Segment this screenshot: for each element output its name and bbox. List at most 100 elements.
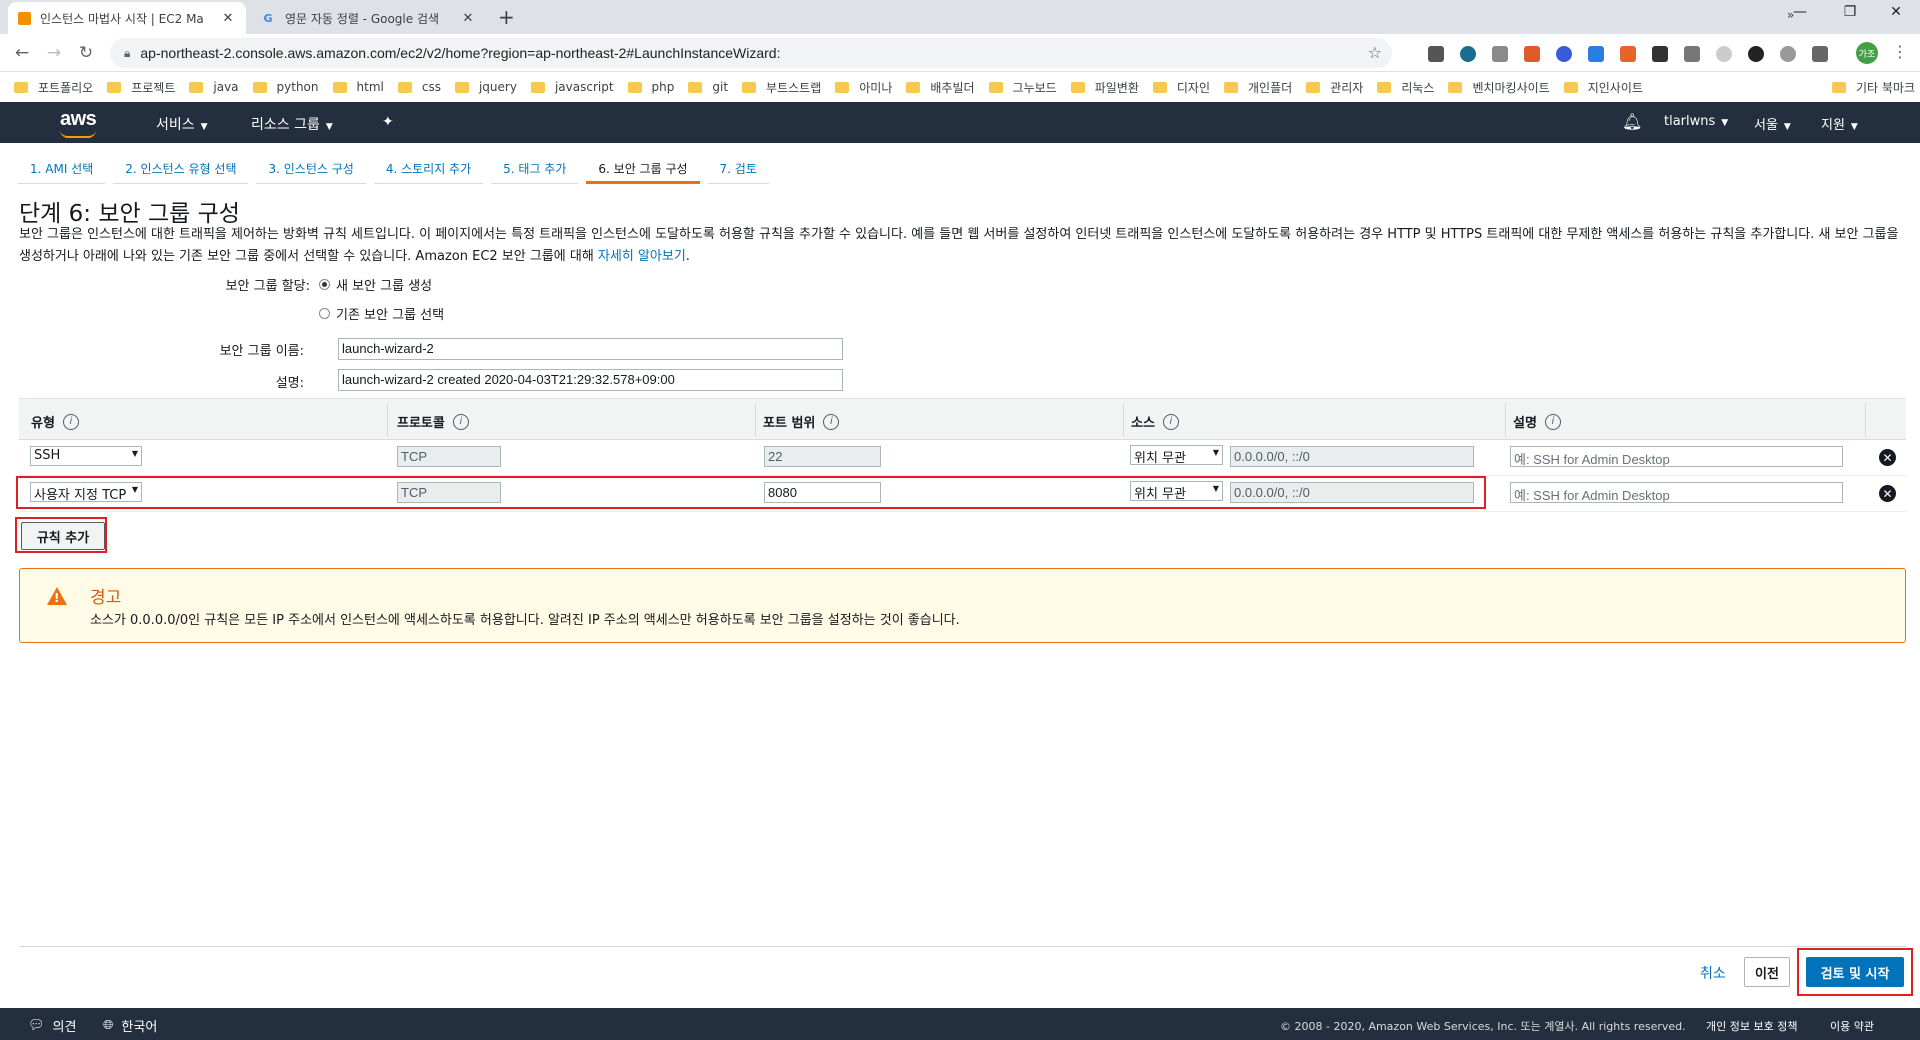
region-menu[interactable]: 서울 ▼ [1754, 114, 1791, 133]
chevron-down-icon: ▼ [1850, 122, 1858, 132]
bookmark-item[interactable]: 프로젝트 [107, 79, 175, 96]
bookmark-item[interactable]: java [189, 80, 239, 94]
extension-icon[interactable] [1428, 46, 1444, 62]
bookmark-item[interactable]: 포트폴리오 [14, 79, 93, 96]
maximize-icon[interactable]: ❐ [1830, 4, 1870, 20]
info-icon[interactable]: i [452, 413, 469, 430]
extension-icon[interactable] [1460, 46, 1476, 62]
bookmark-star-icon[interactable]: ☆ [1368, 43, 1382, 62]
extension-icon[interactable] [1748, 46, 1764, 62]
wizard-step-review[interactable]: 7. 검토 [707, 154, 769, 184]
wizard-step-ami[interactable]: 1. AMI 선택 [18, 154, 106, 184]
rule-description-input[interactable]: 예: SSH for Admin Desktop [1510, 482, 1843, 503]
language-selector[interactable]: 🌐︎ 한국어 [103, 1016, 157, 1035]
rule-source-select[interactable]: 위치 무관 ▼ [1130, 445, 1223, 465]
wizard-step-instance-type[interactable]: 2. 인스턴스 유형 선택 [113, 154, 249, 184]
camera-icon[interactable] [1684, 46, 1700, 62]
extension-icon[interactable] [1780, 46, 1796, 62]
bookmark-item[interactable]: 관리자 [1306, 79, 1363, 96]
bookmark-item[interactable]: 아미나 [835, 79, 892, 96]
rule-type-value: SSH [34, 448, 61, 463]
info-icon[interactable]: i [1162, 413, 1179, 430]
feedback-link[interactable]: 💬︎ 의견 [28, 1016, 76, 1035]
rule-port-field: 22 [764, 446, 881, 467]
minimize-icon[interactable]: — [1780, 4, 1820, 20]
bookmark-item[interactable]: php [627, 80, 674, 94]
back-icon[interactable]: ← [12, 43, 32, 63]
extension-icon[interactable] [1716, 46, 1732, 62]
info-icon[interactable]: i [62, 413, 79, 430]
radio-new-group[interactable]: 새 보안 그룹 생성 [319, 275, 432, 294]
remove-rule-icon[interactable]: ✕ [1879, 485, 1896, 502]
close-tab-icon[interactable]: ✕ [220, 11, 236, 26]
previous-button[interactable]: 이전 [1744, 957, 1790, 987]
browser-tab-ec2[interactable]: 인스턴스 마법사 시작 | EC2 Ma ✕ [8, 2, 246, 34]
reload-icon[interactable]: ↻ [76, 43, 96, 63]
bookmarks-overflow-icon[interactable]: » [1787, 8, 1794, 22]
bookmark-label: css [421, 80, 441, 94]
forward-icon[interactable]: → [44, 43, 64, 63]
wizard-step-security-group[interactable]: 6. 보안 그룹 구성 [586, 154, 700, 184]
extension-icon[interactable] [1652, 46, 1668, 62]
account-menu[interactable]: tlarlwns ▼ [1664, 114, 1728, 129]
highlight-box-row [16, 476, 1486, 509]
privacy-link[interactable]: 개인 정보 보호 정책 [1706, 1018, 1797, 1034]
resource-groups-menu[interactable]: 리소스 그룹 ▼ [251, 114, 333, 134]
warning-alert: ! 경고 소스가 0.0.0.0/0인 규칙은 모든 IP 주소에서 인스턴스에… [19, 568, 1906, 643]
info-icon[interactable]: i [1544, 413, 1561, 430]
rule-description-input[interactable]: 예: SSH for Admin Desktop [1510, 446, 1843, 467]
bookmark-other[interactable]: 기타 북마크 [1832, 72, 1915, 102]
remove-rule-icon[interactable]: ✕ [1879, 449, 1896, 466]
bookmark-item[interactable]: 그누보드 [988, 79, 1057, 96]
learn-more-link[interactable]: 자세히 알아보기 [598, 249, 686, 264]
cancel-link[interactable]: 취소 [1700, 963, 1726, 983]
security-group-name-input[interactable]: launch-wizard-2 [338, 338, 843, 360]
extension-icon[interactable] [1524, 46, 1540, 62]
bookmark-item[interactable]: 파일변환 [1070, 79, 1139, 96]
profile-avatar[interactable]: 가조 [1856, 42, 1878, 64]
folder-icon [627, 81, 642, 93]
wizard-step-configure[interactable]: 3. 인스턴스 구성 [256, 154, 366, 184]
bookmark-item[interactable]: git [688, 80, 728, 94]
bell-icon[interactable]: 🔔︎ [1622, 112, 1642, 131]
chevron-down-icon: ▼ [1721, 118, 1729, 128]
extension-icon[interactable] [1588, 46, 1604, 62]
address-bar[interactable]: 🔒︎ ap-northeast-2.console.aws.amazon.com… [110, 38, 1392, 68]
extension-icon[interactable] [1556, 46, 1572, 62]
terms-link[interactable]: 이용 약관 [1830, 1018, 1874, 1034]
services-menu[interactable]: 서비스 ▼ [156, 114, 208, 134]
extension-icon[interactable] [1812, 46, 1828, 62]
bookmark-item[interactable]: 벤치마킹사이트 [1448, 79, 1550, 96]
aws-logo[interactable]: aws [60, 108, 97, 138]
extension-icon[interactable] [1492, 46, 1508, 62]
support-menu[interactable]: 지원 ▼ [1821, 114, 1858, 133]
close-tab-icon[interactable]: ✕ [460, 11, 476, 26]
pin-icon[interactable]: ✦ [382, 114, 394, 130]
bookmark-item[interactable]: 부트스트랩 [742, 79, 821, 96]
bookmark-item[interactable]: css [397, 80, 441, 94]
highlight-box-add-rule [15, 517, 107, 553]
bookmark-item[interactable]: 배추빌더 [906, 79, 975, 96]
bookmark-item[interactable]: 지인사이트 [1563, 79, 1643, 96]
new-tab-icon[interactable]: + [498, 5, 515, 29]
bookmark-item[interactable]: html [332, 80, 384, 94]
rule-source-cidr: 0.0.0.0/0, ::/0 [1230, 446, 1474, 467]
browser-tab-google[interactable]: G 영문 자동 정렬 - Google 검색 ✕ [250, 2, 486, 34]
bookmark-item[interactable]: jquery [454, 80, 517, 94]
chrome-menu-icon[interactable]: ⋮ [1892, 42, 1908, 61]
rule-type-select[interactable]: SSH ▼ [30, 446, 142, 466]
radio-existing-group[interactable]: 기존 보안 그룹 선택 [319, 304, 444, 323]
wizard-step-storage[interactable]: 4. 스토리지 추가 [373, 154, 484, 184]
bookmark-item[interactable]: python [252, 80, 319, 94]
security-group-description-input[interactable]: launch-wizard-2 created 2020-04-03T21:29… [338, 369, 843, 391]
extension-icon[interactable] [1620, 46, 1636, 62]
bookmark-item[interactable]: 리눅스 [1377, 79, 1434, 96]
bookmark-item[interactable]: javascript [530, 80, 614, 94]
support-label: 지원 [1821, 118, 1845, 133]
wizard-step-tags[interactable]: 5. 태그 추가 [491, 154, 579, 184]
window-close-icon[interactable]: ✕ [1876, 4, 1916, 20]
folder-icon [14, 81, 28, 93]
info-icon[interactable]: i [823, 413, 840, 430]
bookmark-item[interactable]: 디자인 [1152, 79, 1210, 96]
bookmark-item[interactable]: 개인플더 [1224, 79, 1292, 96]
